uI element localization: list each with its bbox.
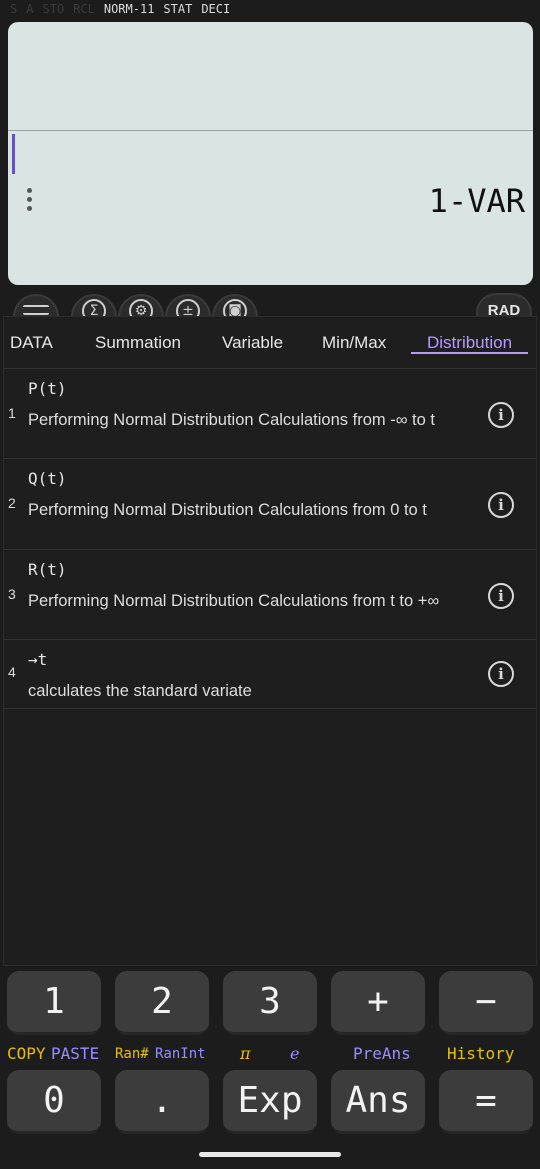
camera-button[interactable]: ◙: [212, 294, 258, 318]
paste-label: PASTE: [51, 1044, 100, 1063]
key-3[interactable]: 3: [223, 971, 317, 1035]
item-number: 3: [8, 586, 16, 602]
item-function: →t: [28, 650, 48, 669]
key-exp[interactable]: Exp: [223, 1070, 317, 1134]
status-s: S: [10, 2, 18, 16]
key-ans[interactable]: Ans: [331, 1070, 425, 1134]
key-0[interactable]: 0: [7, 1070, 101, 1134]
key-plus[interactable]: +: [331, 971, 425, 1035]
tab-summation[interactable]: Summation: [95, 317, 181, 353]
menu-button[interactable]: [13, 294, 59, 318]
list-item[interactable]: 4 →t calculates the standard variate i: [4, 640, 536, 709]
display-result: 1-VAR: [428, 182, 525, 220]
preans-label: PreAns: [353, 1044, 411, 1063]
history-label: History: [447, 1044, 515, 1063]
keypad: 1 2 3 + − COPY PASTE Ran# RanInt π e Pre…: [0, 968, 540, 1169]
item-number: 4: [8, 664, 16, 680]
item-number: 2: [8, 495, 16, 511]
list-item[interactable]: 3 R(t) Performing Normal Distribution Ca…: [4, 550, 536, 640]
status-stat: STAT: [163, 2, 193, 16]
item-function: R(t): [28, 560, 67, 579]
list-item[interactable]: 2 Q(t) Performing Normal Distribution Ca…: [4, 459, 536, 550]
menu-icon: [23, 305, 49, 315]
tab-distribution[interactable]: Distribution: [410, 317, 529, 354]
plus-minus-button[interactable]: ±: [165, 294, 211, 318]
rad-button[interactable]: RAD: [476, 293, 532, 318]
tab-min-max[interactable]: Min/Max: [322, 317, 386, 353]
item-description: Performing Normal Distribution Calculati…: [28, 501, 427, 519]
list-item[interactable]: 1 P(t) Performing Normal Distribution Ca…: [4, 369, 536, 459]
ranint-label: RanInt: [155, 1046, 206, 1062]
status-sto: STO: [42, 2, 65, 16]
item-description: Performing Normal Distribution Calculati…: [28, 411, 435, 429]
key-minus[interactable]: −: [439, 971, 533, 1035]
display-divider: [8, 130, 533, 131]
item-function: P(t): [28, 379, 67, 398]
status-rcl: RCL: [73, 2, 95, 16]
copy-label: COPY: [7, 1044, 46, 1063]
stat-panel: DATA Summation Variable Min/Max Distribu…: [3, 316, 537, 966]
item-description: Performing Normal Distribution Calculati…: [28, 592, 440, 610]
info-icon[interactable]: i: [488, 402, 514, 428]
ran-hash-label: Ran#: [115, 1046, 149, 1062]
status-bar: S A STO RCL NORM-11 STAT DECI: [0, 0, 540, 18]
info-icon[interactable]: i: [488, 583, 514, 609]
key-1[interactable]: 1: [7, 971, 101, 1035]
pi-label: π: [240, 1044, 251, 1063]
settings-button[interactable]: ⚙: [118, 294, 164, 318]
key-2[interactable]: 2: [115, 971, 209, 1035]
calculator-display[interactable]: 1-VAR: [8, 22, 533, 285]
item-description: calculates the standard variate: [28, 682, 252, 700]
item-number: 1: [8, 405, 16, 421]
e-label: e: [290, 1044, 300, 1063]
info-icon[interactable]: i: [488, 492, 514, 518]
sigma-button[interactable]: Σ: [71, 294, 117, 318]
item-function: Q(t): [28, 469, 67, 488]
status-norm: NORM-11: [103, 2, 155, 16]
more-options-icon[interactable]: [24, 188, 34, 216]
info-icon[interactable]: i: [488, 661, 514, 687]
tab-bar: DATA Summation Variable Min/Max Distribu…: [4, 317, 536, 369]
tab-variable[interactable]: Variable: [222, 317, 283, 353]
input-cursor: [12, 134, 15, 174]
home-indicator[interactable]: [199, 1152, 341, 1157]
status-deci: DECI: [201, 2, 231, 16]
key-equals[interactable]: =: [439, 1070, 533, 1134]
toolbar: Σ ⚙ ± ◙ RAD: [0, 290, 540, 318]
status-a: A: [26, 2, 34, 16]
key-decimal[interactable]: .: [115, 1070, 209, 1134]
tab-data[interactable]: DATA: [10, 317, 53, 353]
